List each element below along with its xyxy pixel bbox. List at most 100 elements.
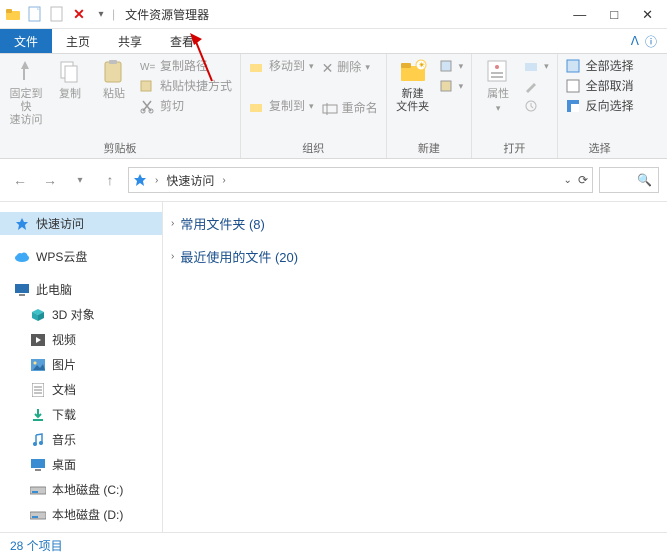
sidebar-item-label: 视频 — [52, 331, 76, 348]
doc-icon — [30, 382, 46, 398]
delete-button[interactable]: ✕ 删除 ▾ — [320, 58, 380, 78]
group-recent-files[interactable]: › 最近使用的文件 (20) — [169, 243, 661, 270]
forward-button[interactable]: → — [38, 168, 62, 192]
sidebar-item-label: 本地磁盘 (D:) — [52, 506, 123, 523]
chevron-right-icon[interactable]: › — [220, 175, 227, 186]
pin-quick-access-button[interactable]: 固定到快 速访问 — [6, 58, 46, 128]
address-dropdown-icon[interactable]: ⌄ — [564, 175, 572, 186]
sidebar-item-wps-cloud[interactable]: WPS云盘 — [0, 245, 162, 268]
copy-button[interactable]: 复制 — [50, 58, 90, 101]
search-icon: 🔍 — [637, 173, 652, 187]
copy-path-button[interactable]: W= 复制路径 — [138, 58, 234, 76]
sidebar-item-documents[interactable]: 文档 — [0, 378, 162, 401]
copy-path-label: 复制路径 — [160, 59, 208, 75]
copy-label: 复制 — [59, 88, 81, 101]
new-folder-button[interactable]: ✴ 新建 文件夹 — [393, 58, 433, 114]
title-bar: ✕ ▾ | 文件资源管理器 — □ ✕ — [0, 0, 667, 29]
status-text: 28 个项目 — [10, 537, 63, 552]
sidebar-item-label: 文档 — [52, 381, 76, 398]
sidebar-item-label: 3D 对象 — [52, 306, 95, 323]
window-controls: — □ ✕ — [573, 8, 667, 21]
cut-button[interactable]: 剪切 — [138, 98, 234, 116]
new-folder-label: 新建 文件夹 — [396, 88, 429, 114]
tab-share[interactable]: 共享 — [104, 29, 156, 53]
address-bar[interactable]: › 快速访问 › ⌄ ⟳ — [128, 167, 593, 193]
search-input[interactable]: 🔍 — [599, 167, 659, 193]
ribbon-tabs: 文件 主页 共享 查看 ᐱ ⓘ — [0, 29, 667, 54]
back-button[interactable]: ← — [8, 168, 32, 192]
download-icon — [30, 407, 46, 423]
content-pane: › 常用文件夹 (8) › 最近使用的文件 (20) — [163, 202, 667, 532]
sidebar-item-downloads[interactable]: 下载 — [0, 403, 162, 426]
navigation-pane: 快速访问 WPS云盘 此电脑 3D 对象 视频 图片 文档 — [0, 202, 163, 532]
sidebar-item-3d-objects[interactable]: 3D 对象 — [0, 303, 162, 326]
ribbon-body: 固定到快 速访问 复制 粘贴 W= 复制路径 粘贴快捷方式 — [0, 54, 667, 159]
navigation-bar: ← → ▾ ↑ › 快速访问 › ⌄ ⟳ 🔍 — [0, 159, 667, 202]
quick-access-toolbar: ✕ ▾ — [0, 5, 110, 23]
sidebar-item-label: 音乐 — [52, 431, 76, 448]
delete-label: 删除 — [337, 60, 361, 76]
group-label-clipboard: 剪贴板 — [104, 140, 137, 156]
close-x-icon[interactable]: ✕ — [70, 5, 88, 23]
cut-label: 剪切 — [160, 99, 184, 115]
edit-button[interactable] — [522, 78, 551, 96]
qa-dropdown-icon[interactable]: ▾ — [92, 5, 110, 23]
copy-to-label: 复制到 — [269, 99, 305, 115]
chevron-right-icon: › — [171, 251, 174, 262]
move-to-button[interactable]: 移动到 ▾ — [247, 58, 316, 76]
easy-access-button[interactable]: ▾ — [437, 78, 466, 96]
paste-shortcut-button[interactable]: 粘贴快捷方式 — [138, 78, 234, 96]
copy-to-button[interactable]: 复制到 ▾ — [247, 98, 316, 116]
sidebar-item-drive-c[interactable]: 本地磁盘 (C:) — [0, 478, 162, 501]
tab-view[interactable]: 查看 — [156, 29, 208, 53]
sidebar-item-label: 桌面 — [52, 456, 76, 473]
doc-icon[interactable] — [48, 5, 66, 23]
select-none-button[interactable]: 全部取消 — [564, 78, 636, 96]
tab-home[interactable]: 主页 — [52, 29, 104, 53]
group-label: 常用文件夹 (8) — [180, 214, 265, 233]
invert-selection-button[interactable]: 反向选择 — [564, 98, 636, 116]
group-frequent-folders[interactable]: › 常用文件夹 (8) — [169, 210, 661, 237]
star-icon — [14, 216, 30, 232]
properties-button[interactable]: 属性 ▾ — [478, 58, 518, 114]
sidebar-item-label: WPS云盘 — [36, 248, 87, 265]
tab-file[interactable]: 文件 — [0, 29, 52, 53]
sidebar-item-desktop[interactable]: 桌面 — [0, 453, 162, 476]
new-item-button[interactable]: ▾ — [437, 58, 466, 76]
pin-label: 固定到快 速访问 — [6, 88, 46, 128]
new-doc-icon[interactable] — [26, 5, 44, 23]
group-label-open: 打开 — [503, 140, 525, 156]
music-icon — [30, 432, 46, 448]
group-label-new: 新建 — [418, 140, 440, 156]
history-button[interactable] — [522, 98, 551, 116]
sidebar-item-this-pc[interactable]: 此电脑 — [0, 278, 162, 301]
chevron-right-icon[interactable]: › — [153, 175, 160, 186]
recent-locations-dropdown[interactable]: ▾ — [68, 168, 92, 192]
open-dropdown-button[interactable]: ▾ — [522, 58, 551, 76]
close-window-button[interactable]: ✕ — [642, 8, 653, 21]
chevron-right-icon: › — [171, 218, 174, 229]
ribbon-collapse-button[interactable]: ᐱ ⓘ — [621, 29, 667, 53]
group-label-organize: 组织 — [302, 140, 324, 156]
sidebar-item-pictures[interactable]: 图片 — [0, 353, 162, 376]
paste-button[interactable]: 粘贴 — [94, 58, 134, 101]
drive-icon — [30, 507, 46, 523]
cube-icon — [30, 307, 46, 323]
svg-text:W=: W= — [140, 62, 155, 73]
up-button[interactable]: ↑ — [98, 168, 122, 192]
folder-icon[interactable] — [4, 5, 22, 23]
sidebar-item-videos[interactable]: 视频 — [0, 328, 162, 351]
sidebar-item-music[interactable]: 音乐 — [0, 428, 162, 451]
select-all-button[interactable]: 全部选择 — [564, 58, 636, 76]
sidebar-item-quick-access[interactable]: 快速访问 — [0, 212, 162, 235]
refresh-button[interactable]: ⟳ — [578, 173, 588, 187]
move-to-label: 移动到 — [269, 59, 305, 75]
minimize-button[interactable]: — — [573, 8, 586, 21]
breadcrumb-root[interactable]: 快速访问 — [166, 172, 214, 189]
rename-button[interactable]: 重命名 — [320, 100, 380, 118]
picture-icon — [30, 357, 46, 373]
maximize-button[interactable]: □ — [610, 8, 618, 21]
sidebar-item-label: 图片 — [52, 356, 76, 373]
sidebar-item-drive-d[interactable]: 本地磁盘 (D:) — [0, 503, 162, 526]
desktop-icon — [30, 457, 46, 473]
